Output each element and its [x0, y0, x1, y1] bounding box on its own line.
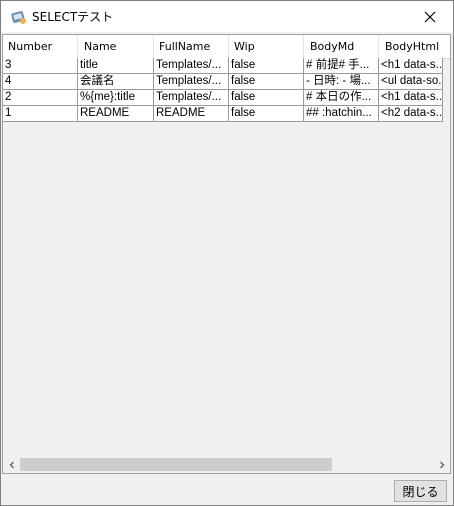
app-icon: [11, 9, 27, 25]
cell-fullname: Templates/...: [154, 74, 229, 90]
column-header-bodyhtml[interactable]: BodyHtml: [379, 35, 450, 58]
cell-name: 会議名: [78, 74, 154, 90]
arrow-right-icon[interactable]: [433, 456, 450, 473]
arrow-left-icon[interactable]: [3, 456, 20, 473]
cell-wip: false: [229, 90, 304, 106]
data-grid[interactable]: Number Name FullName Wip BodyMd BodyHtml…: [2, 34, 451, 474]
cell-number: 3: [3, 58, 78, 74]
cell-bodyhtml: <h1 data-s...: [379, 58, 443, 74]
cell-wip: false: [229, 58, 304, 74]
cell-bodyhtml: <h1 data-s...: [379, 90, 443, 106]
cell-wip: false: [229, 106, 304, 122]
close-icon[interactable]: [407, 1, 453, 32]
cell-number: 2: [3, 90, 78, 106]
cell-bodymd: - 日時: - 場...: [304, 74, 379, 90]
table-row[interactable]: 3 title Templates/... false # 前提# 手... <…: [3, 58, 443, 74]
dialog-window: SELECTテスト Number Name FullName Wip BodyM…: [0, 0, 454, 506]
cell-fullname: README: [154, 106, 229, 122]
cell-wip: false: [229, 74, 304, 90]
horizontal-scrollbar[interactable]: [3, 456, 450, 473]
window-title: SELECTテスト: [32, 10, 114, 24]
cell-bodymd: # 前提# 手...: [304, 58, 379, 74]
cell-name: title: [78, 58, 154, 74]
column-header-name[interactable]: Name: [78, 35, 154, 58]
cell-bodyhtml: <h2 data-s...: [379, 106, 443, 122]
grid-header: Number Name FullName Wip BodyMd BodyHtml: [3, 35, 450, 59]
column-header-bodymd[interactable]: BodyMd: [304, 35, 379, 58]
scrollbar-thumb[interactable]: [20, 458, 332, 471]
cell-bodymd: ## :hatchin...: [304, 106, 379, 122]
cell-number: 4: [3, 74, 78, 90]
column-header-wip[interactable]: Wip: [229, 35, 304, 58]
table-row[interactable]: 4 会議名 Templates/... false - 日時: - 場... <…: [3, 74, 443, 90]
column-header-number[interactable]: Number: [3, 35, 78, 58]
cell-bodymd: # 本日の作...: [304, 90, 379, 106]
cell-name: %{me}:title: [78, 90, 154, 106]
table-row[interactable]: 1 README README false ## :hatchin... <h2…: [3, 106, 443, 122]
close-button[interactable]: 閉じる: [394, 480, 447, 502]
title-bar: SELECTテスト: [1, 1, 453, 32]
cell-fullname: Templates/...: [154, 58, 229, 74]
table-row[interactable]: 2 %{me}:title Templates/... false # 本日の作…: [3, 90, 443, 106]
cell-name: README: [78, 106, 154, 122]
cell-bodyhtml: <ul data-so...: [379, 74, 443, 90]
cell-number: 1: [3, 106, 78, 122]
column-header-fullname[interactable]: FullName: [154, 35, 229, 58]
cell-fullname: Templates/...: [154, 90, 229, 106]
